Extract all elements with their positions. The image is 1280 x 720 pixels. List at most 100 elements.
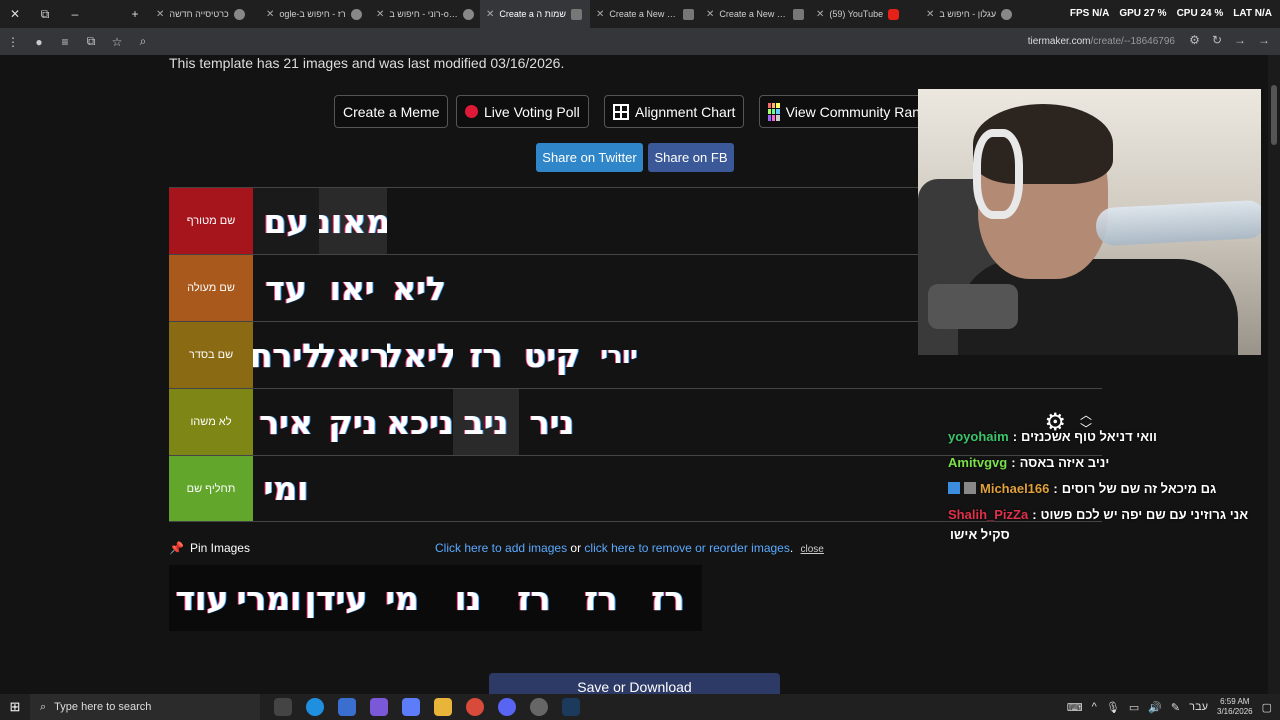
show-hidden-icons-icon[interactable]: ^ — [1092, 701, 1097, 713]
live-voting-poll-button[interactable]: Live Voting Poll — [456, 95, 589, 128]
store-icon[interactable] — [338, 698, 356, 716]
add-images-link[interactable]: Click here to add images — [435, 541, 567, 555]
menu-dots-icon[interactable]: ⋮ — [0, 35, 26, 49]
url-field[interactable]: tiermaker.com/create/--18646796 — [1028, 36, 1175, 47]
google-icon — [350, 8, 362, 20]
close-tab-icon[interactable]: ✕ — [706, 9, 714, 20]
tier-item[interactable]: קיט — [519, 322, 585, 388]
remove-images-link[interactable]: click here to remove or reorder images — [584, 541, 789, 555]
pool-item[interactable]: רז — [567, 565, 635, 631]
tier-item[interactable]: ניר — [519, 389, 585, 455]
back-icon[interactable]: → — [1258, 33, 1270, 47]
browser-tab-active[interactable]: ✕ Create a שמות ה — [480, 0, 590, 28]
close-tab-icon[interactable]: ✕ — [926, 9, 934, 20]
close-link[interactable]: close — [801, 544, 824, 555]
view-community-rankings-button[interactable]: View Community Ran — [759, 95, 929, 128]
pool-item[interactable]: עידן — [303, 565, 369, 631]
pool-item[interactable]: רז — [501, 565, 567, 631]
pool-item[interactable]: נו — [435, 565, 501, 631]
tier-item[interactable]: ניכא — [387, 389, 453, 455]
close-tab-icon[interactable]: ✕ — [596, 9, 604, 20]
scrollbar-thumb[interactable] — [1271, 85, 1277, 145]
tier-label[interactable]: שם מעולה — [169, 255, 253, 321]
task-view-icon[interactable] — [274, 698, 292, 716]
tier-label[interactable]: תחליף שם — [169, 456, 253, 521]
tier-item[interactable]: ליאל — [387, 322, 453, 388]
browser-tab[interactable]: ✕ ogle-רז - חיפוש ב — [260, 0, 370, 28]
windows-start-icon[interactable]: ⊞ — [0, 699, 30, 715]
tier-item[interactable]: לירח — [253, 322, 319, 388]
close-tab-icon[interactable]: ✕ — [156, 9, 164, 20]
new-tab-icon[interactable]: + — [120, 0, 150, 28]
network-icon[interactable]: ▭ — [1129, 701, 1139, 714]
file-explorer-icon[interactable] — [434, 698, 452, 716]
tier-label[interactable]: שם בסדר — [169, 322, 253, 388]
bookmark-star-icon[interactable]: ☆ — [104, 35, 130, 49]
tier-item[interactable]: יאו — [319, 255, 385, 321]
browser-tab[interactable]: ✕ עגלון - חיפוש ב — [920, 0, 1030, 28]
steam-icon[interactable] — [562, 698, 580, 716]
notifications-icon[interactable]: ▢ — [1262, 701, 1272, 714]
tier-item[interactable]: ליא — [385, 255, 453, 321]
close-tab-icon[interactable]: ✕ — [486, 9, 494, 20]
create-meme-button[interactable]: Create a Meme — [334, 95, 449, 128]
microphone-icon[interactable]: 🎙 — [1106, 701, 1120, 714]
tier-item[interactable]: ניב — [453, 389, 519, 455]
close-tab-icon[interactable]: ✕ — [816, 9, 824, 20]
close-window-icon[interactable]: ✕ — [0, 0, 30, 28]
site-settings-icon[interactable]: ⚙ — [1189, 33, 1200, 47]
performance-overlay: FPS N/A GPU 27 % CPU 24 % LAT N/A — [1069, 8, 1272, 19]
copilot-icon[interactable] — [370, 698, 388, 716]
browser-tab[interactable]: ✕רוני - חיפוש ב-ogle — [370, 0, 480, 28]
discord-icon[interactable] — [498, 698, 516, 716]
page-scrollbar[interactable] — [1268, 55, 1280, 694]
clock[interactable]: 6:59 AM 3/16/2026 — [1217, 697, 1253, 717]
volume-icon[interactable]: 🔊 — [1148, 701, 1162, 714]
tier-item[interactable]: יורי — [585, 322, 653, 388]
teams-icon[interactable] — [402, 698, 420, 716]
tier-label[interactable]: לא משהו — [169, 389, 253, 455]
media-control-icon[interactable]: ≡ — [52, 35, 78, 49]
keyboard-icon[interactable]: ⌨ — [1067, 701, 1083, 714]
tier-item[interactable]: ריאל — [319, 322, 387, 388]
record-dot-icon — [465, 105, 478, 118]
browser-tab[interactable]: ✕ Create a New Tier — [700, 0, 810, 28]
close-tab-icon[interactable]: ✕ — [376, 9, 384, 20]
pool-item[interactable]: מי — [369, 565, 435, 631]
share-fb-button[interactable]: Share on FB — [648, 143, 734, 172]
minimize-window-icon[interactable]: – — [60, 0, 90, 28]
pool-item[interactable]: עוד — [169, 565, 235, 631]
chrome-icon[interactable] — [466, 698, 484, 716]
alignment-chart-button[interactable]: Alignment Chart — [604, 95, 745, 128]
profile-avatar-icon[interactable]: ● — [26, 35, 52, 49]
language-indicator[interactable]: עבר — [1189, 701, 1208, 713]
browser-tab[interactable]: ✕ (59) YouTube — [810, 0, 920, 28]
browser-tab[interactable]: ✕ כרטיסייה חדשה — [150, 0, 260, 28]
google-icon — [1001, 8, 1013, 20]
tier-item[interactable]: רז — [453, 322, 519, 388]
tier-item[interactable]: ניק — [319, 389, 387, 455]
zoom-icon[interactable]: ⌕ — [130, 34, 156, 49]
move-up-icon[interactable]: ︿ — [1080, 408, 1092, 422]
share-twitter-button[interactable]: Share on Twitter — [536, 143, 643, 172]
tier-item[interactable]: עד — [253, 255, 319, 321]
pin-images-toggle[interactable]: 📌 Pin Images — [169, 541, 250, 555]
edge-icon[interactable] — [306, 698, 324, 716]
taskbar-search[interactable]: ⌕ Type here to search — [30, 694, 260, 720]
tier-item[interactable]: עם — [253, 188, 319, 254]
obs-icon[interactable] — [530, 698, 548, 716]
save-download-button[interactable]: Save or Download — [489, 673, 780, 694]
tier-item[interactable]: ומי — [253, 456, 319, 521]
tier-label[interactable]: שם מטורף — [169, 188, 253, 254]
tier-item[interactable]: איר — [253, 389, 319, 455]
extensions-icon[interactable]: ⧉ — [78, 34, 104, 49]
forward-icon[interactable]: → — [1234, 33, 1246, 47]
pool-item[interactable]: רז — [635, 565, 701, 631]
browser-tab[interactable]: ✕ Create a New Tier — [590, 0, 700, 28]
tier-item[interactable]: מאונ — [319, 188, 387, 254]
reload-icon[interactable]: ↻ — [1212, 33, 1222, 47]
restore-window-icon[interactable]: ⧉ — [30, 0, 60, 28]
pool-item[interactable]: ומרי — [235, 565, 303, 631]
pen-icon[interactable]: ✎ — [1171, 701, 1180, 714]
close-tab-icon[interactable]: ✕ — [266, 9, 274, 20]
